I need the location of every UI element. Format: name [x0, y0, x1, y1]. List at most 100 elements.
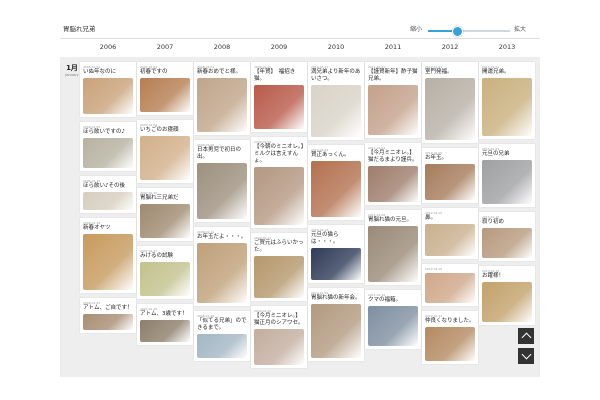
- post-card[interactable]: 2011.01.03 【今月ミニオレ。】猫だるまより謹兵。: [365, 143, 421, 205]
- post-title[interactable]: 仲良くなりました。: [425, 318, 475, 325]
- post-title[interactable]: 開運兄弟。: [482, 69, 532, 76]
- post-card[interactable]: 2012.01.01 室門発福。: [422, 62, 478, 143]
- zoom-slider[interactable]: [428, 26, 510, 37]
- post-photo[interactable]: [140, 204, 190, 238]
- post-photo[interactable]: [254, 167, 304, 225]
- post-card[interactable]: 2009.01.20 【今月ミニオレ。】猫正月のシアワセ。: [251, 306, 307, 368]
- zoom-slider-thumb[interactable]: [451, 26, 463, 37]
- post-title[interactable]: 【今月ミニオレ。】猫だるまより謹兵。: [368, 150, 418, 164]
- post-photo[interactable]: [83, 192, 133, 210]
- post-card[interactable]: 2006.01.05 ほら飲いですの♪: [80, 122, 136, 171]
- post-card[interactable]: 2013.01.01 開運兄弟。: [479, 62, 535, 139]
- post-photo[interactable]: [311, 248, 361, 280]
- post-photo[interactable]: [311, 85, 361, 137]
- post-title[interactable]: 元旦の猫らは・・・。: [311, 232, 361, 246]
- post-photo[interactable]: [254, 85, 304, 129]
- post-photo[interactable]: [482, 160, 532, 204]
- year-label[interactable]: 2010: [308, 43, 364, 51]
- post-card[interactable]: 2007.01.17 みけるの試験: [137, 246, 193, 299]
- post-card[interactable]: 2011.01.01 【謹賀新年】酢子猫兄弟。: [365, 62, 421, 138]
- post-photo[interactable]: [83, 78, 133, 114]
- post-photo[interactable]: [482, 78, 532, 136]
- post-photo[interactable]: [425, 224, 475, 256]
- post-title[interactable]: みけるの試験: [140, 253, 190, 260]
- post-photo[interactable]: [140, 320, 190, 342]
- post-card[interactable]: 2012.01.24 仲良くなりました。: [422, 311, 478, 364]
- post-photo[interactable]: [197, 78, 247, 132]
- post-photo[interactable]: [254, 256, 304, 298]
- post-title[interactable]: ほら飲いですの♪: [83, 129, 133, 136]
- post-photo[interactable]: [425, 78, 475, 140]
- post-card[interactable]: 2009.01.11 ご賀元はふらいかった。: [251, 233, 307, 301]
- year-label[interactable]: 2009: [251, 43, 307, 51]
- post-card[interactable]: 2011.01.08 胃脳れ猫の元旦。: [365, 210, 421, 285]
- post-photo[interactable]: [197, 243, 247, 303]
- post-photo[interactable]: [368, 85, 418, 135]
- post-title[interactable]: 日本男児で初日の出。: [197, 147, 247, 161]
- scroll-up-button[interactable]: [518, 328, 534, 344]
- post-card[interactable]: 2010.01.22 胃脳れ猫の新年会。: [308, 288, 364, 361]
- post-photo[interactable]: [83, 314, 133, 330]
- post-photo[interactable]: [140, 78, 190, 112]
- post-title[interactable]: 初春ですの: [140, 69, 190, 76]
- zoom-in-label[interactable]: 拡大: [514, 24, 526, 33]
- post-card[interactable]: 2010.01.04 賀正あっくん。: [308, 145, 364, 220]
- post-card[interactable]: 2010.01.01 満兄弟より新年のあいさつ。: [308, 62, 364, 140]
- post-title[interactable]: お躍様！: [482, 273, 532, 280]
- post-title[interactable]: アトム、ご自です！: [83, 305, 133, 312]
- post-photo[interactable]: [425, 164, 475, 200]
- post-card[interactable]: 2012.01.16: [422, 264, 478, 306]
- post-card[interactable]: 2006.01.18 新春オヤツ: [80, 218, 136, 293]
- post-photo[interactable]: [425, 327, 475, 361]
- post-title[interactable]: ご賀元はふらいかった。: [254, 240, 304, 254]
- post-photo[interactable]: [311, 161, 361, 217]
- post-card[interactable]: 2007.01.10 胃脳れ三兄弟だ: [137, 188, 193, 241]
- post-photo[interactable]: [140, 262, 190, 296]
- post-title[interactable]: 【年賀】 福招き猫。: [254, 69, 304, 83]
- post-card[interactable]: 2006.01.25 アトム、ご自です！: [80, 298, 136, 333]
- post-photo[interactable]: [425, 273, 475, 303]
- post-title[interactable]: いぬ年なのに: [83, 69, 133, 76]
- post-title[interactable]: 満兄弟より新年のあいさつ。: [311, 69, 361, 83]
- post-title[interactable]: 新春オヤツ: [83, 225, 133, 232]
- zoom-out-label[interactable]: 縮小: [410, 24, 422, 33]
- post-title[interactable]: 胃脳れ猫の元旦。: [368, 217, 418, 224]
- post-title[interactable]: お年玉。: [425, 155, 475, 162]
- post-card[interactable]: 2012.01.10 鼻。: [422, 208, 478, 259]
- post-title[interactable]: 室門発福。: [425, 69, 475, 76]
- post-card[interactable]: 2009.01.01 【年賀】 福招き猫。: [251, 62, 307, 132]
- post-photo[interactable]: [482, 282, 532, 322]
- post-card[interactable]: 2007.01.04 いちごのお寝顔: [137, 120, 193, 183]
- post-title[interactable]: 賀正あっくん。: [311, 152, 361, 159]
- post-photo[interactable]: [197, 163, 247, 219]
- post-photo[interactable]: [482, 228, 532, 258]
- post-card[interactable]: 2008.01.01 新春おめでと様。: [194, 62, 250, 135]
- post-card[interactable]: 2006.01.10 ほら飲い♪その後: [80, 176, 136, 213]
- post-title[interactable]: 胃脳れ三兄弟だ: [140, 195, 190, 202]
- post-photo[interactable]: [83, 234, 133, 290]
- post-photo[interactable]: [368, 306, 418, 346]
- scroll-down-button[interactable]: [518, 348, 534, 364]
- post-photo[interactable]: [254, 329, 304, 365]
- post-card[interactable]: 2011.01.19 クマの福箱。: [365, 290, 421, 349]
- post-title[interactable]: 新春おめでと様。: [197, 69, 247, 76]
- post-card[interactable]: 2007.01.01 初春ですの: [137, 62, 193, 115]
- post-card[interactable]: 2012.01.05 お年玉。: [422, 148, 478, 203]
- post-title[interactable]: 【謹賀新年】酢子猫兄弟。: [368, 69, 418, 83]
- post-title[interactable]: アトム、3歳です！: [140, 311, 190, 318]
- post-title[interactable]: 【今月ミニオレ。】猫正月のシアワセ。: [254, 313, 304, 327]
- post-card[interactable]: 2010.01.12 元旦の猫らは・・・。: [308, 225, 364, 283]
- post-card[interactable]: 2013.01.15 お躍様！: [479, 266, 535, 325]
- year-label[interactable]: 2007: [137, 43, 193, 51]
- post-photo[interactable]: [83, 138, 133, 168]
- post-photo[interactable]: [140, 136, 190, 180]
- post-photo[interactable]: [368, 226, 418, 282]
- year-label[interactable]: 2013: [479, 43, 535, 51]
- post-title[interactable]: 元旦の兄弟: [482, 151, 532, 158]
- post-title[interactable]: いちごのお寝顔: [140, 127, 190, 134]
- year-label[interactable]: 2008: [194, 43, 250, 51]
- post-card[interactable]: 2009.01.05 【今朝のミニオレ。】ミルクは言えすんょ。: [251, 137, 307, 228]
- year-label[interactable]: 2012: [422, 43, 478, 51]
- year-label[interactable]: 2006: [80, 43, 136, 51]
- post-card[interactable]: 2013.01.10 寂り初め: [479, 212, 535, 261]
